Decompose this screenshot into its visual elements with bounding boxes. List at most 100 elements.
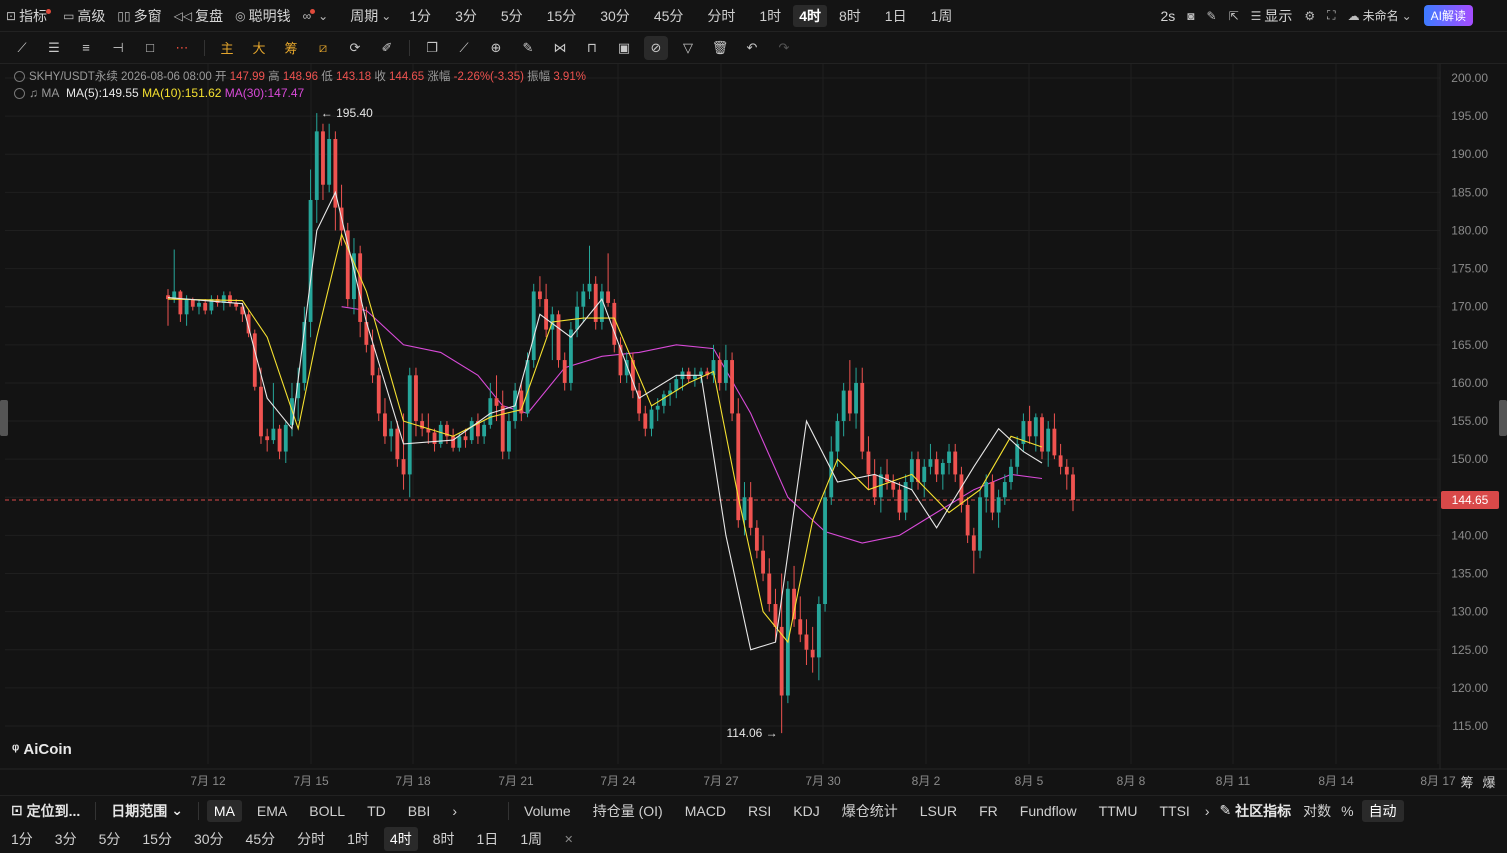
sub-indicator-5[interactable]: 爆仓统计 [831,796,909,826]
left-panel-handle[interactable] [0,400,8,436]
close-icon[interactable]: ✕ [553,825,584,853]
period-10[interactable]: 1日 [873,0,919,32]
edit-button[interactable]: ✎ [1201,0,1223,32]
percent-scale-toggle[interactable]: % [1337,796,1357,826]
pattern-tool-icon[interactable]: ⟳ [339,32,371,64]
period-2[interactable]: 5分 [489,0,535,32]
filter-tool-icon[interactable]: ▽ [672,32,704,64]
zoom-tool-icon[interactable]: ⊕ [480,32,512,64]
chevron-right-icon[interactable]: › [441,796,468,826]
undo-icon[interactable]: ↶ [736,32,768,64]
bottom-period-3[interactable]: 15分 [131,825,183,853]
folder-icon: ▭ [63,8,75,23]
settings-button[interactable]: ⚙ [1298,0,1321,32]
refresh-rate[interactable]: 2s [1154,0,1181,32]
line-tool-icon[interactable]: ⟋ [6,32,38,64]
bottom-period-5[interactable]: 45分 [235,825,287,853]
sub-indicator-9[interactable]: TTMU [1088,796,1149,826]
lock-tool-icon[interactable]: ⊓ [576,32,608,64]
bottom-period-7[interactable]: 1时 [336,825,380,853]
smart-money-button[interactable]: ◎ 聪明钱 [229,0,296,32]
display-button[interactable]: ☰ 显示 [1245,0,1299,32]
log-scale-toggle[interactable]: 对数 [1297,796,1337,826]
date-range-dropdown[interactable]: 日期范围 ⌄ [100,796,194,826]
sub-indicator-6[interactable]: LSUR [909,796,968,826]
redo-icon[interactable]: ↷ [768,32,800,64]
right-panel-handle[interactable] [1499,400,1507,436]
sub-indicator-7[interactable]: FR [968,796,1009,826]
sub-indicator-8[interactable]: Fundflow [1009,796,1088,826]
bottom-period-10[interactable]: 1日 [466,825,510,853]
horizontal-lines-tool-icon[interactable]: ≡ [70,32,102,64]
camera-button[interactable]: ◙ [1181,0,1200,32]
chevron-right-icon[interactable]: › [1201,796,1214,826]
collapse-icon[interactable] [14,71,25,82]
auto-scale-toggle[interactable]: 自动 [1361,799,1404,822]
period-9[interactable]: 8时 [827,0,873,32]
bottom-period-6[interactable]: 分时 [286,825,336,853]
bottom-period-9[interactable]: 8时 [422,825,466,853]
big-order-tool[interactable]: 大 [243,32,275,64]
ruler2-tool-icon[interactable]: ▣ [608,32,640,64]
bottom-period-0[interactable]: 1分 [0,825,44,853]
bell-icon[interactable]: ♫ [29,86,38,100]
period-dropdown[interactable]: 周期 ⌄ [344,0,397,32]
ray-tool-icon[interactable]: ⊣ [102,32,134,64]
x-axis[interactable]: 7月 12 7月 15 7月 18 7月 21 7月 24 7月 27 7月 30 8月 2 8… [190,774,1495,790]
main-indicator-3[interactable]: TD [356,796,397,826]
candlestick-chart[interactable]: 115.00120.00125.00130.00135.00140.00145.… [0,64,1507,794]
bottom-period-8[interactable]: 4时 [383,827,418,851]
sub-indicator-0[interactable]: Volume [513,796,582,826]
multi-window-button[interactable]: ▯▯ 多窗 [111,0,167,32]
y-axis[interactable]: 115.00120.00125.00130.00135.00140.00145.… [1451,71,1488,733]
measure-tool-icon[interactable]: ⧄ [307,32,339,64]
layout-name-dropdown[interactable]: ☁ 未命名 ⌄ [1342,0,1418,32]
collapse-icon[interactable] [14,88,25,99]
bottom-period-11[interactable]: 1周 [509,825,553,853]
sub-indicator-10[interactable]: TTSI [1148,796,1200,826]
parallel-tool-icon[interactable]: ☰ [38,32,70,64]
period-5[interactable]: 45分 [642,0,696,32]
chips-tool[interactable]: 筹 [275,32,307,64]
dots-tool-icon[interactable]: ⋯ [166,32,198,64]
period-3[interactable]: 15分 [535,0,589,32]
period-8[interactable]: 4时 [793,4,827,27]
bottom-period-4[interactable]: 30分 [183,825,235,853]
chart-area[interactable]: 115.00120.00125.00130.00135.00140.00145.… [0,64,1507,794]
clone-tool-icon[interactable]: ❐ [416,32,448,64]
ai-interpret-button[interactable]: AI解读 [1423,5,1473,26]
replay-button[interactable]: ◁◁ 复盘 [168,0,229,32]
glasses-button[interactable]: ∞ ⌄ [297,0,335,32]
share-button[interactable]: ⇱ [1223,0,1245,32]
sub-indicator-2[interactable]: MACD [674,796,737,826]
trash-tool-icon[interactable]: 🗑 [704,32,736,64]
period-4[interactable]: 30分 [588,0,642,32]
main-indicator-1[interactable]: EMA [246,796,298,826]
indicators-button[interactable]: ⊡ 指标 [0,0,57,32]
sub-indicator-4[interactable]: KDJ [782,796,830,826]
main-force-tool[interactable]: 主 [211,32,243,64]
ruler-tool-icon[interactable]: ⟋ [448,32,480,64]
magnet-tool-icon[interactable]: ⋈ [544,32,576,64]
period-11[interactable]: 1周 [919,0,965,32]
period-7[interactable]: 1时 [747,0,793,32]
period-1[interactable]: 3分 [443,0,489,32]
main-indicator-2[interactable]: BOLL [298,796,356,826]
rect-tool-icon[interactable]: □ [134,32,166,64]
fullscreen-button[interactable]: ⛶ [1321,0,1341,32]
main-indicator-0[interactable]: MA [206,799,242,822]
pencil-tool-icon[interactable]: ✐ [371,32,403,64]
bottom-period-2[interactable]: 5分 [88,825,132,853]
advanced-button[interactable]: ▭ 高级 [57,0,111,32]
period-6[interactable]: 分时 [695,0,747,32]
chevron-down-icon: ⌄ [318,8,329,23]
main-indicator-4[interactable]: BBI [397,796,442,826]
period-0[interactable]: 1分 [397,0,443,32]
community-indicators-button[interactable]: ✎ 社区指标 [1213,796,1297,826]
link-tool-icon[interactable]: ⊘ [644,35,668,60]
locate-button[interactable]: ⊡ 定位到... [0,796,91,826]
sub-indicator-1[interactable]: 持仓量 (OI) [582,796,674,826]
sub-indicator-3[interactable]: RSI [737,796,782,826]
bottom-period-1[interactable]: 3分 [44,825,88,853]
brush-tool-icon[interactable]: ✎ [512,32,544,64]
